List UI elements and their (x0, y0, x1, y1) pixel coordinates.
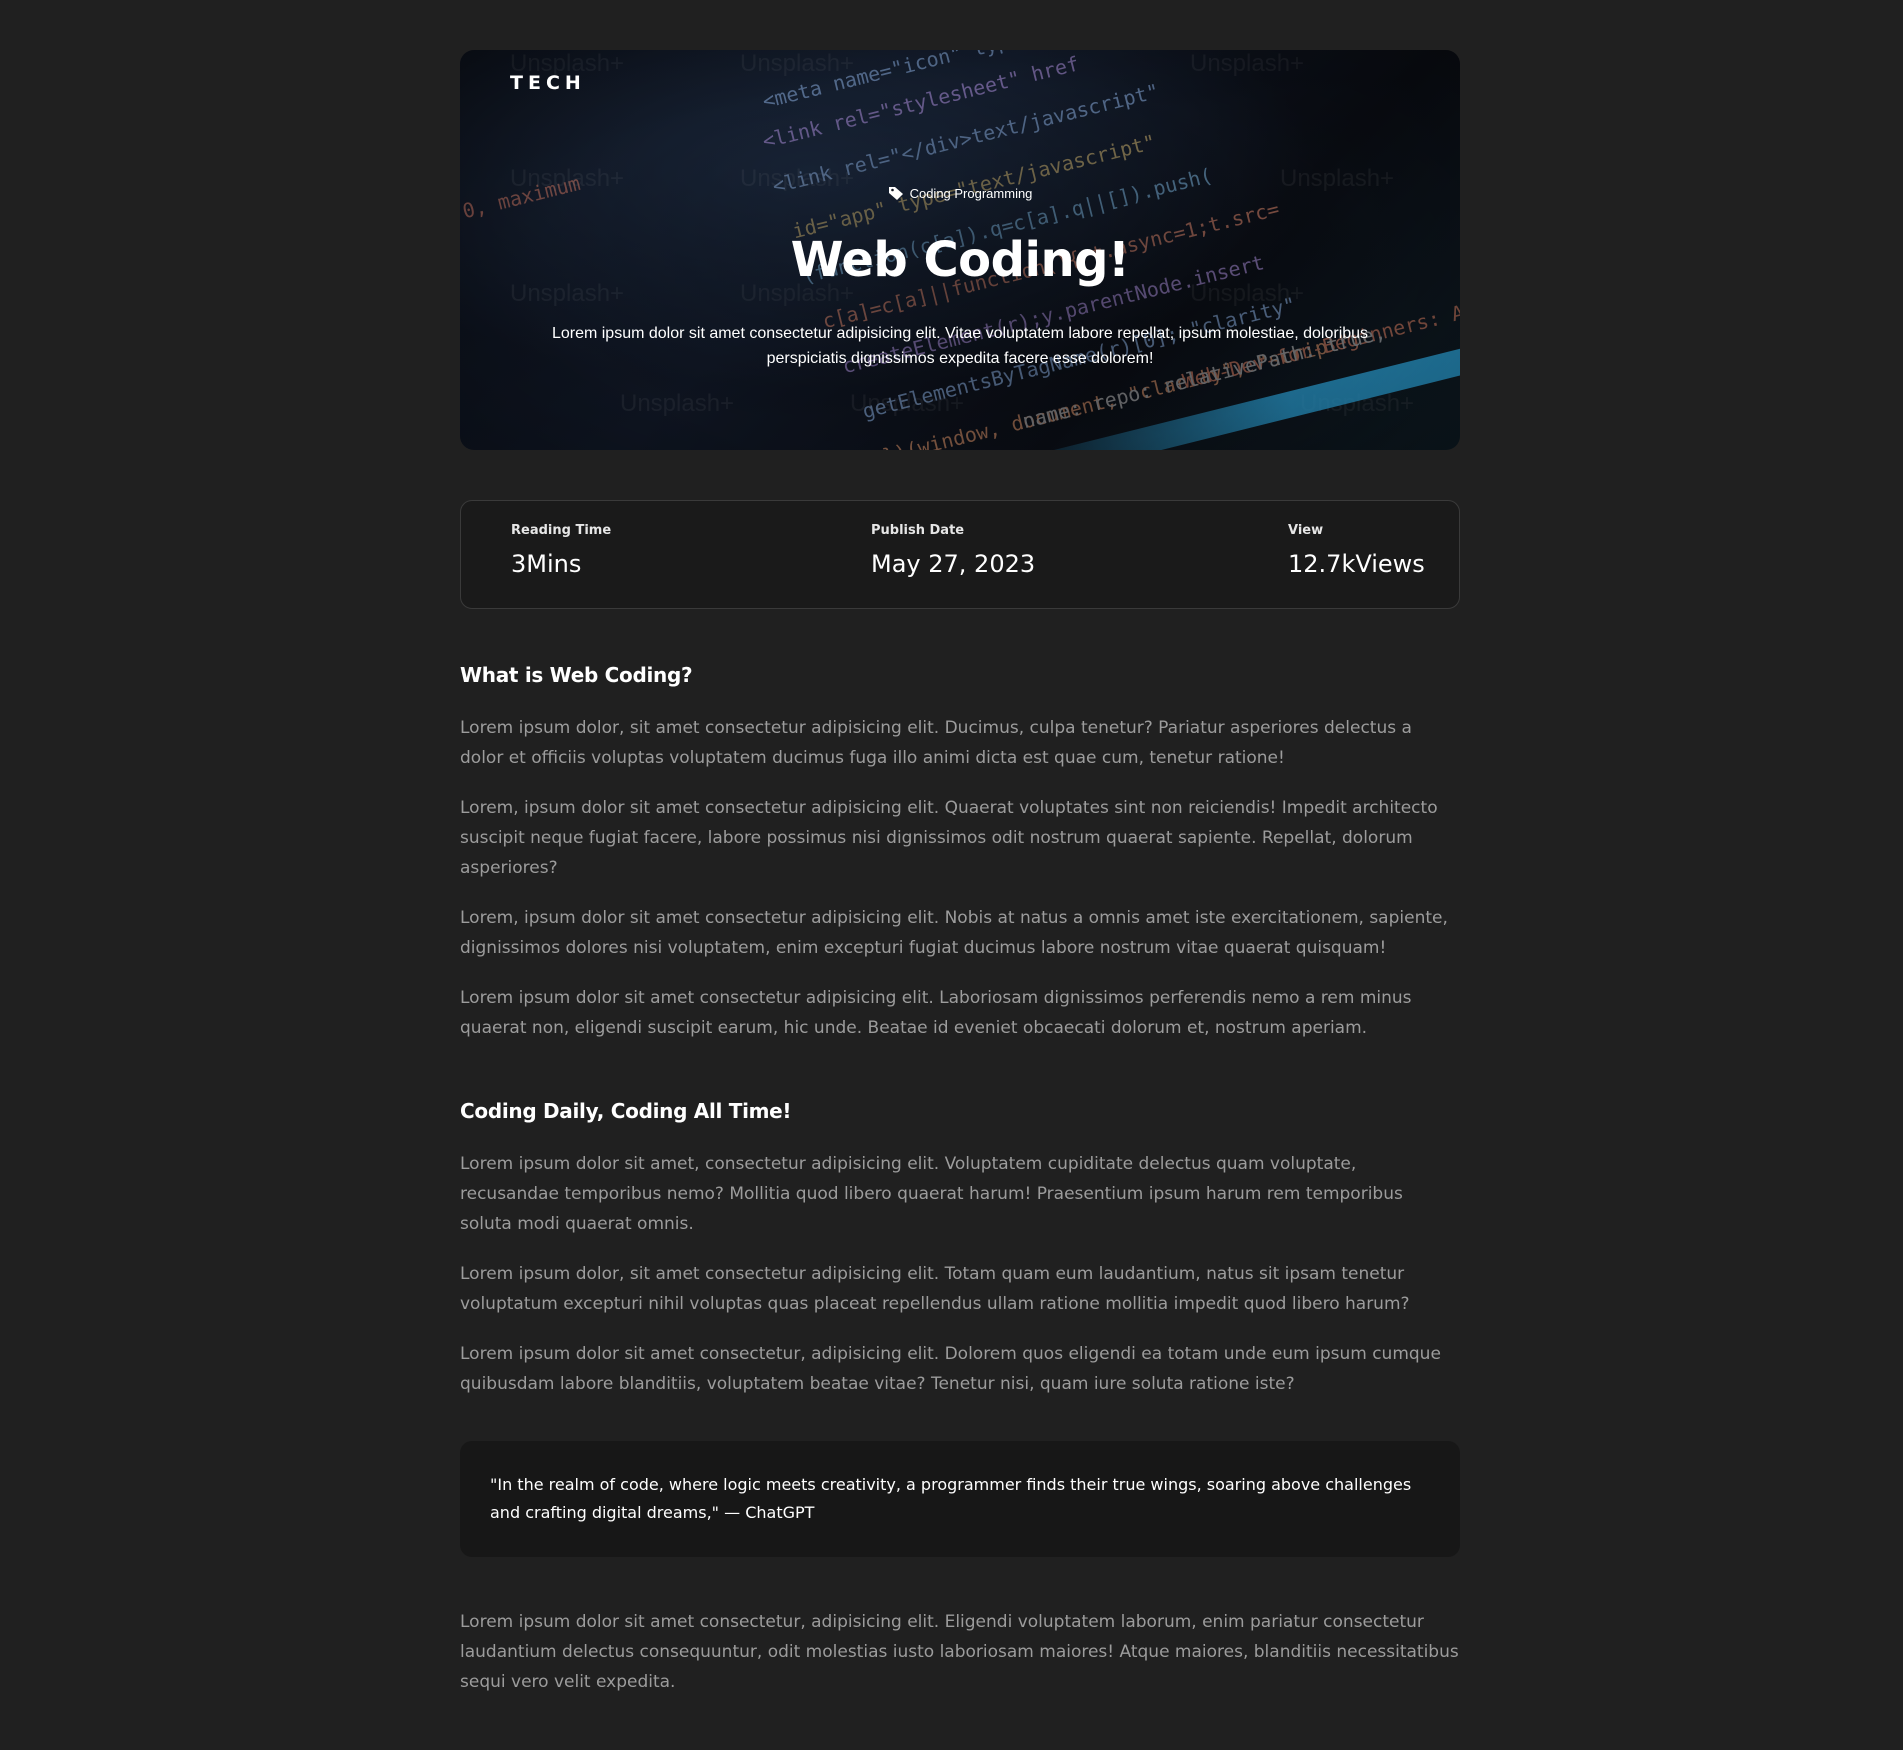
page-title: Web Coding! (790, 232, 1130, 288)
views-value: 12.7kViews (1288, 550, 1425, 578)
reading-time-stat: Reading Time 3Mins (511, 523, 611, 578)
paragraph: Lorem ipsum dolor, sit amet consectetur … (460, 718, 1412, 768)
publish-date-stat: Publish Date May 27, 2023 (871, 523, 1035, 578)
hero-banner: <meta name="icon" type href= <link rel="… (460, 50, 1460, 450)
section-heading: Coding Daily, Coding All Time! (460, 1099, 792, 1123)
publish-date-value: May 27, 2023 (871, 550, 1036, 578)
category-tag[interactable]: Coding Programming (460, 185, 1460, 201)
quote-text: "In the realm of code, where logic meets… (490, 1475, 1412, 1522)
paragraph: Lorem ipsum dolor, sit amet consectetur … (460, 1264, 1410, 1314)
paragraph: Lorem ipsum dolor sit amet, consectetur … (460, 1154, 1403, 1234)
brand-logo[interactable]: TECH (510, 72, 586, 94)
views-stat: View 12.7kViews (1288, 523, 1425, 578)
section-heading: What is Web Coding? (460, 663, 693, 687)
article-container: <meta name="icon" type href= <link rel="… (460, 50, 1460, 1697)
publish-date-label: Publish Date (871, 523, 965, 538)
paragraph: Lorem ipsum dolor sit amet consectetur a… (460, 988, 1412, 1038)
paragraph: Lorem ipsum dolor sit amet consectetur, … (460, 1612, 1459, 1692)
category-label: Coding Programming (909, 185, 1033, 201)
paragraph: Lorem ipsum dolor sit amet consectetur, … (460, 1344, 1441, 1394)
paragraph: Lorem, ipsum dolor sit amet consectetur … (460, 798, 1438, 878)
blog-post-page: <meta name="icon" type href= <link rel="… (0, 0, 1903, 1750)
reading-time-value: 3Mins (511, 550, 582, 578)
quote-block: "In the realm of code, where logic meets… (460, 1441, 1460, 1557)
paragraph: Lorem, ipsum dolor sit amet consectetur … (460, 908, 1448, 958)
reading-time-label: Reading Time (511, 523, 612, 538)
views-label: View (1288, 523, 1324, 538)
tag-icon (888, 185, 904, 201)
hero-description: Lorem ipsum dolor sit amet consectetur a… (551, 325, 1369, 367)
article-stats-card: Reading Time 3Mins Publish Date May 27, … (460, 500, 1460, 609)
